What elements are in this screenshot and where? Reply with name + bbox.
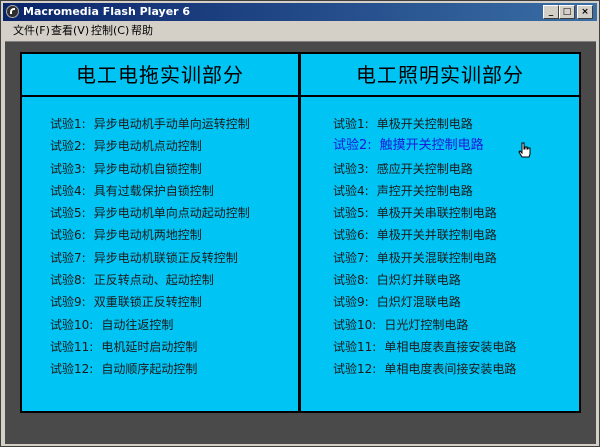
header-divider xyxy=(20,95,581,97)
menu-view[interactable]: 查看(V) xyxy=(49,22,91,40)
list-item[interactable]: 试验3: 感应开关控制电路 xyxy=(333,158,516,180)
title-bar[interactable]: Macromedia Flash Player 6 _ □ × xyxy=(3,3,597,21)
maximize-button[interactable]: □ xyxy=(559,5,575,19)
list-item[interactable]: 试验5: 异步电动机单向点动起动控制 xyxy=(50,202,250,224)
menu-help[interactable]: 帮助 xyxy=(129,22,155,40)
list-item[interactable]: 试验5: 单极开关串联控制电路 xyxy=(333,202,516,224)
column-divider xyxy=(298,52,301,413)
list-item[interactable]: 试验2: 异步电动机点动控制 xyxy=(50,135,250,157)
list-item[interactable]: 试验11: 单相电度表直接安装电路 xyxy=(333,336,516,358)
list-item[interactable]: 试验10: 自动往返控制 xyxy=(50,314,250,336)
list-item[interactable]: 试验4: 声控开关控制电路 xyxy=(333,180,516,202)
list-item[interactable]: 试验12: 自动顺序起动控制 xyxy=(50,358,250,380)
list-item-hovered[interactable]: 试验2: 触摸开关控制电路 xyxy=(333,135,516,157)
list-item[interactable]: 试验12: 单相电度表间接安装电路 xyxy=(333,358,516,380)
list-item[interactable]: 试验8: 正反转点动、起动控制 xyxy=(50,269,250,291)
left-experiment-list: 试验1: 异步电动机手动单向运转控制 试验2: 异步电动机点动控制 试验3: 异步电动… xyxy=(50,113,250,381)
list-item[interactable]: 试验7: 单极开关混联控制电路 xyxy=(333,247,516,269)
left-panel-title: 电工电拖实训部分 xyxy=(76,63,244,87)
list-item[interactable]: 试验7: 异步电动机联锁正反转控制 xyxy=(50,247,250,269)
list-item[interactable]: 试验3: 异步电动机自锁控制 xyxy=(50,158,250,180)
list-item[interactable]: 试验6: 异步电动机两地控制 xyxy=(50,224,250,246)
list-item[interactable]: 试验11: 电机延时启动控制 xyxy=(50,336,250,358)
list-item[interactable]: 试验9: 白炽灯混联电路 xyxy=(333,291,516,313)
close-button[interactable]: × xyxy=(577,5,593,19)
right-experiment-list: 试验1: 单极开关控制电路 试验2: 触摸开关控制电路 试验3: 感应开关控制电路 试… xyxy=(333,113,516,381)
list-item[interactable]: 试验8: 白炽灯并联电路 xyxy=(333,269,516,291)
list-item[interactable]: 试验9: 双重联锁正反转控制 xyxy=(50,291,250,313)
list-item[interactable]: 试验10: 日光灯控制电路 xyxy=(333,314,516,336)
minimize-button[interactable]: _ xyxy=(543,5,559,19)
right-panel-title: 电工照明实训部分 xyxy=(356,63,524,87)
list-item[interactable]: 试验6: 单极开关并联控制电路 xyxy=(333,224,516,246)
list-item[interactable]: 试验4: 具有过载保护自锁控制 xyxy=(50,180,250,202)
menu-bar: 文件(F) 查看(V) 控制(C) 帮助 xyxy=(3,22,597,40)
window-title: Macromedia Flash Player 6 xyxy=(23,5,191,18)
list-item[interactable]: 试验1: 异步电动机手动单向运转控制 xyxy=(50,113,250,135)
hand-pointer-icon xyxy=(518,142,531,158)
menu-control[interactable]: 控制(C) xyxy=(89,22,131,40)
menu-file[interactable]: 文件(F) xyxy=(11,22,52,40)
flash-app-icon xyxy=(6,5,19,18)
list-item[interactable]: 试验1: 单极开关控制电路 xyxy=(333,113,516,135)
